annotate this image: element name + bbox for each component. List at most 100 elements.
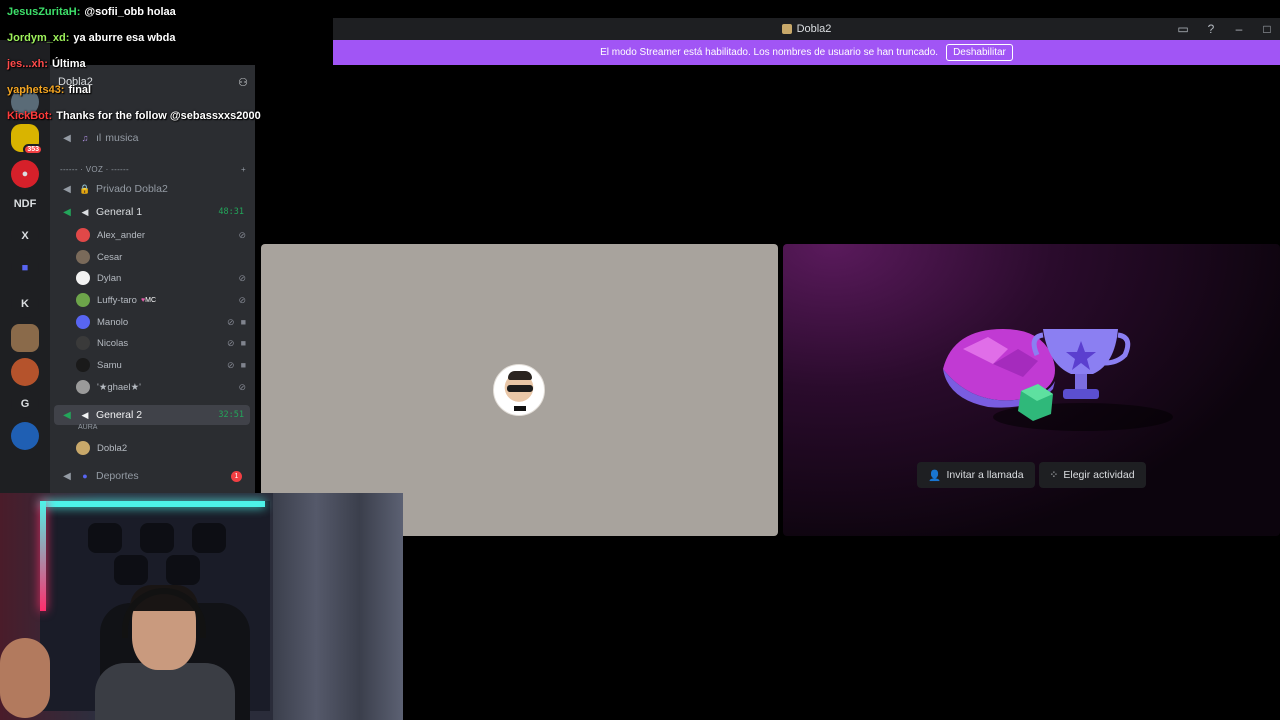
- voice-user[interactable]: Dylan ⊘: [76, 268, 246, 288]
- status-icons: ⊘: [238, 382, 246, 393]
- user-name: Alex_ander: [97, 229, 146, 241]
- speaker-icon: ◀: [63, 183, 71, 195]
- streamer-webcam: [0, 493, 403, 720]
- choose-activity-button[interactable]: ⁘ Elegir actividad: [1038, 462, 1146, 488]
- button-label: Invitar a llamada: [946, 469, 1024, 481]
- channel-label: General 2: [96, 409, 143, 421]
- disable-streamer-button[interactable]: Deshabilitar: [946, 44, 1013, 61]
- neon-light: [40, 501, 46, 611]
- deafened-icon: ⊘: [238, 381, 246, 392]
- server-avatar[interactable]: ●: [11, 160, 39, 188]
- server-logo-icon: [781, 24, 792, 34]
- channel-general-2[interactable]: ◀ ◀ General 2 32:51: [54, 405, 250, 425]
- server-avatar[interactable]: [11, 324, 39, 352]
- activity-grid-icon: ⁘: [1049, 469, 1059, 481]
- speaker-icon: ◀: [63, 470, 71, 482]
- activity-buttons: 👤 Invitar a llamada ⁘ Elegir actividad: [783, 462, 1280, 488]
- banner-text: El modo Streamer está habilitado. Los no…: [600, 47, 939, 58]
- avatar: [76, 271, 90, 285]
- avatar: [76, 228, 90, 242]
- server-g[interactable]: G: [11, 390, 39, 418]
- acoustic-panel: [114, 555, 148, 585]
- status-icons: ⊘: [238, 273, 246, 284]
- chat-text: @sofii_obb holaa: [84, 6, 176, 18]
- acoustic-panel: [88, 523, 122, 553]
- avatar: [76, 358, 90, 372]
- channel-general-1[interactable]: ◀ ◀ General 1 48:31: [54, 202, 250, 222]
- user-name: Cesar: [97, 251, 123, 263]
- voice-user[interactable]: Nicolas ⊘ ■: [76, 333, 246, 353]
- server-avatar[interactable]: 353: [11, 124, 43, 155]
- acoustic-panel: [192, 523, 226, 553]
- chat-text: final: [68, 84, 92, 96]
- voice-user[interactable]: Alex_ander ⊘: [76, 225, 246, 245]
- globe-icon: ●: [82, 471, 88, 481]
- inbox-icon[interactable]: ▭: [1176, 22, 1190, 36]
- tag-label: MC: [145, 296, 157, 304]
- add-member-icon[interactable]: ⚇: [238, 76, 248, 89]
- button-label: Elegir actividad: [1063, 469, 1135, 481]
- window-title: Dobla2: [796, 23, 832, 35]
- server-ndf[interactable]: NDF: [11, 190, 39, 218]
- avatar-hair: [508, 371, 532, 380]
- voice-user[interactable]: Luffy-taro ♥MC ⊘: [76, 290, 246, 310]
- voice-category[interactable]: ------ · VOZ · ------ +: [60, 165, 246, 174]
- camera-icon: ■: [240, 359, 246, 370]
- chat-username: jes...xh:: [7, 58, 48, 70]
- unread-badge: 353: [23, 144, 43, 155]
- help-icon[interactable]: ?: [1204, 22, 1218, 36]
- avatar: [76, 336, 90, 350]
- deafened-icon: ⊘: [238, 294, 246, 305]
- window-title-group: Dobla2: [781, 23, 832, 35]
- chat-message: Jordym_xd: ya aburre esa wbda: [7, 32, 175, 44]
- voice-user[interactable]: Manolo ⊘ ■: [76, 312, 246, 332]
- voice-user[interactable]: Dobla2: [76, 438, 246, 458]
- streamer-body: [95, 663, 235, 720]
- streamer-mode-banner: El modo Streamer está habilitado. Los no…: [333, 40, 1280, 65]
- add-channel-icon[interactable]: +: [241, 165, 246, 174]
- avatar: [76, 315, 90, 329]
- minimize-icon[interactable]: –: [1232, 22, 1246, 36]
- chat-message: JesusZuritaH: @sofii_obb holaa: [7, 6, 176, 18]
- channel-status: AURA: [78, 424, 98, 431]
- call-timer: 32:51: [218, 410, 244, 420]
- window-controls: ▭ ? – □: [1176, 18, 1274, 40]
- trophy-illustration: [943, 329, 1173, 431]
- channel-musica[interactable]: ◀ ♫ ıl musica: [54, 128, 250, 148]
- server-avatar[interactable]: [11, 422, 39, 450]
- avatar: [76, 250, 90, 264]
- call-timer: 48:31: [218, 207, 244, 217]
- music-note-icon: ♫: [81, 133, 89, 143]
- chat-message: jes...xh: Última: [7, 58, 86, 70]
- user-name: Dylan: [97, 272, 122, 284]
- server-x[interactable]: X: [11, 222, 39, 250]
- user-name: Luffy-taro: [97, 294, 137, 306]
- user-name: Dobla2: [97, 442, 128, 454]
- voice-user[interactable]: Cesar: [76, 247, 246, 267]
- mention-badge: 1: [231, 470, 242, 482]
- avatar: [76, 293, 90, 307]
- server-avatar[interactable]: [11, 358, 39, 386]
- chat-message: yaphets43: final: [7, 84, 91, 96]
- speaker-live-icon: ◀: [63, 206, 71, 218]
- chat-username: Jordym_xd:: [7, 32, 70, 44]
- voice-icon: ◀: [81, 206, 89, 217]
- voice-user[interactable]: Samu ⊘ ■: [76, 355, 246, 375]
- lock-icon: 🔒: [79, 183, 91, 194]
- maximize-icon[interactable]: □: [1260, 22, 1274, 36]
- channel-label: musica: [105, 132, 139, 144]
- channel-sidebar: Dobla2 ⚇ ◀ ♫ ıl musica ------ · VOZ · --…: [50, 65, 255, 495]
- folder-icon[interactable]: ■: [11, 254, 39, 282]
- user-name: Nicolas: [97, 337, 129, 349]
- channel-deportes[interactable]: ◀ ● Deportes 1: [54, 466, 250, 486]
- avatar: [76, 380, 90, 394]
- invite-to-call-button[interactable]: 👤 Invitar a llamada: [917, 462, 1035, 488]
- acoustic-panel: [140, 523, 174, 553]
- channel-privado[interactable]: ◀ 🔒 Privado Dobla2: [54, 179, 250, 199]
- voice-user[interactable]: '★ghael★' ⊘: [76, 377, 246, 397]
- window-titlebar: Dobla2 ▭ ? – □: [333, 18, 1280, 40]
- camera-icon: ■: [240, 316, 246, 327]
- deafened-icon: ⊘: [227, 359, 235, 370]
- server-k[interactable]: K: [11, 290, 39, 318]
- activity-tile: 👤 Invitar a llamada ⁘ Elegir actividad: [783, 244, 1280, 536]
